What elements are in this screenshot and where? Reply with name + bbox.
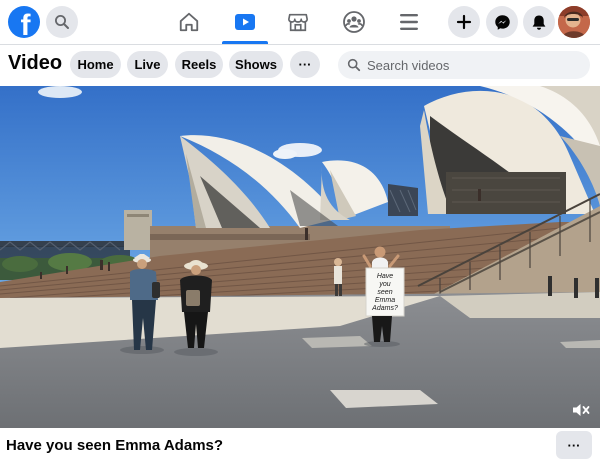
search-icon [55,15,69,29]
home-icon [179,12,199,32]
pill-shows[interactable]: Shows [229,51,283,78]
video-player[interactable]: Have you seen Emma Adams? [0,86,600,428]
top-navigation-bar: f [0,0,600,44]
video-title[interactable]: Have you seen Emma Adams? [6,437,223,454]
page-title: Video [8,52,63,74]
groups-icon [343,11,365,33]
muted-speaker-icon [573,404,590,416]
avatar[interactable] [558,6,590,38]
search-videos-box[interactable] [338,51,590,79]
video-icon [235,14,255,30]
tab-groups[interactable] [331,0,377,44]
search-icon [347,58,361,72]
tab-video[interactable] [222,0,268,44]
video-more-button[interactable]: ··· [556,431,592,459]
sign-line-1: Have [377,273,393,280]
tab-home[interactable] [166,0,212,44]
messenger-icon [494,14,510,30]
notifications-icon [532,15,546,30]
sign-line-2: you [378,281,390,288]
video-page-header: Video Home Live Reels Shows ··· [0,45,600,85]
sign-line-4: Emma [375,297,395,304]
create-button[interactable] [448,6,480,38]
pill-reels[interactable]: Reels [175,51,223,78]
more-pills-button[interactable]: ··· [290,51,320,78]
tab-marketplace[interactable] [275,0,321,44]
pill-home[interactable]: Home [70,51,121,78]
volume-button[interactable] [570,399,592,421]
notifications-button[interactable] [523,6,555,38]
search-videos-input[interactable] [367,57,587,73]
messenger-button[interactable] [486,6,518,38]
sign-line-3: seen [377,289,392,296]
tab-menu[interactable] [386,0,432,44]
search-button[interactable] [46,6,78,38]
facebook-logo-icon[interactable]: f [8,6,40,38]
pill-live[interactable]: Live [127,51,168,78]
profile-photo [558,6,590,38]
marketplace-icon [288,13,308,32]
sign-line-5: Adams? [371,305,398,312]
create-icon [456,14,472,30]
menu-icon [400,14,418,30]
video-caption-bar: Have you seen Emma Adams? ··· [0,428,600,463]
video-frame: Have you seen Emma Adams? [0,86,600,428]
